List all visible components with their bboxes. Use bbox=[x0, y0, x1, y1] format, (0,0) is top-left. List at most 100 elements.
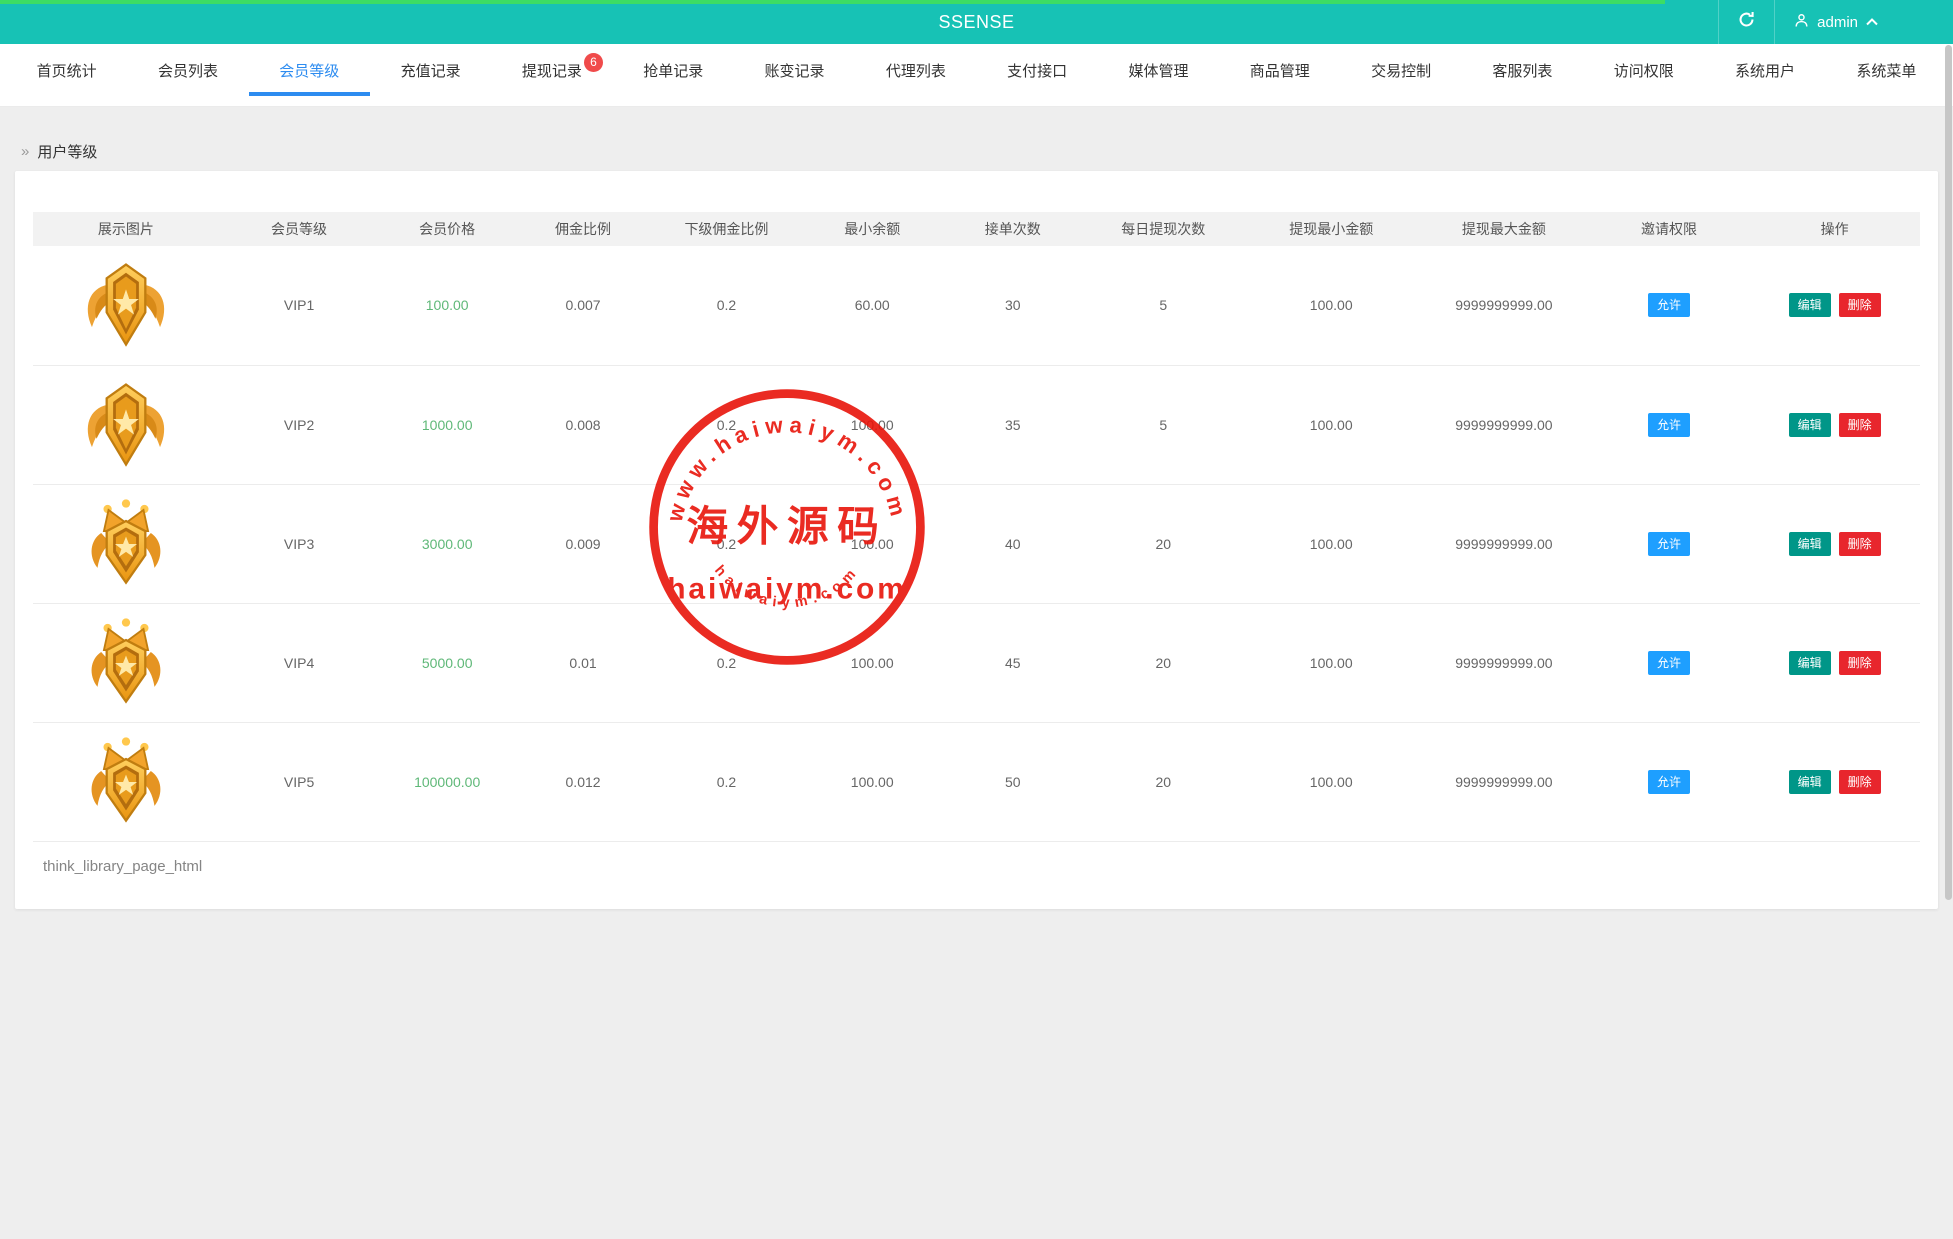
tab-service-list[interactable]: 客服列表 bbox=[1462, 44, 1583, 96]
withdraw-max: 9999999999.00 bbox=[1419, 722, 1589, 841]
vip-level: VIP1 bbox=[219, 246, 379, 365]
tab-balance-records[interactable]: 账变记录 bbox=[734, 44, 855, 96]
tab-access-perms[interactable]: 访问权限 bbox=[1583, 44, 1704, 96]
sub-commission-rate: 0.2 bbox=[651, 603, 802, 722]
delete-button[interactable]: 删除 bbox=[1839, 770, 1881, 794]
vip-level: VIP2 bbox=[219, 365, 379, 484]
daily-withdraw-times: 20 bbox=[1083, 603, 1243, 722]
commission-rate: 0.007 bbox=[515, 246, 651, 365]
edit-button[interactable]: 编辑 bbox=[1789, 770, 1831, 794]
vip-level-table: 展示图片 会员等级 会员价格 佣金比例 下级佣金比例 最小余额 接单次数 每日提… bbox=[33, 212, 1920, 842]
topbar-actions: admin bbox=[1718, 0, 1897, 44]
tab-recharge-records[interactable]: 充值记录 bbox=[370, 44, 491, 96]
main-nav: 首页统计 会员列表 会员等级 充值记录 提现记录6 抢单记录 账变记录 代理列表… bbox=[0, 44, 1953, 107]
table-row: VIP5 100000.00 0.012 0.2 100.00 50 20 10… bbox=[33, 722, 1920, 841]
tab-withdraw-records[interactable]: 提现记录6 bbox=[491, 44, 612, 96]
daily-withdraw-times: 20 bbox=[1083, 722, 1243, 841]
tab-trade-control[interactable]: 交易控制 bbox=[1340, 44, 1461, 96]
sub-commission-rate: 0.2 bbox=[651, 246, 802, 365]
commission-rate: 0.009 bbox=[515, 484, 651, 603]
notification-badge: 6 bbox=[584, 53, 603, 72]
tab-member-list[interactable]: 会员列表 bbox=[127, 44, 248, 96]
edit-button[interactable]: 编辑 bbox=[1789, 413, 1831, 437]
page-title: 用户等级 bbox=[37, 141, 97, 162]
vip-level: VIP4 bbox=[219, 603, 379, 722]
col-header-image: 展示图片 bbox=[33, 212, 219, 246]
allow-button[interactable]: 允许 bbox=[1648, 293, 1690, 317]
username: admin bbox=[1817, 14, 1858, 31]
tab-label: 提现记录 bbox=[522, 63, 582, 80]
refresh-button[interactable] bbox=[1718, 0, 1775, 44]
vip-price: 1000.00 bbox=[379, 365, 515, 484]
tab-home-stats[interactable]: 首页统计 bbox=[6, 44, 127, 96]
min-balance: 100.00 bbox=[802, 603, 943, 722]
edit-button[interactable]: 编辑 bbox=[1789, 651, 1831, 675]
vertical-scrollbar[interactable] bbox=[1945, 45, 1952, 900]
allow-button[interactable]: 允许 bbox=[1648, 770, 1690, 794]
withdraw-max: 9999999999.00 bbox=[1419, 365, 1589, 484]
col-header-invite-perm: 邀请权限 bbox=[1589, 212, 1749, 246]
tab-agent-list[interactable]: 代理列表 bbox=[855, 44, 976, 96]
commission-rate: 0.008 bbox=[515, 365, 651, 484]
vip-price: 5000.00 bbox=[379, 603, 515, 722]
user-menu[interactable]: admin bbox=[1775, 0, 1897, 44]
table-row: VIP2 1000.00 0.008 0.2 100.00 35 5 100.0… bbox=[33, 365, 1920, 484]
col-header-sub-commission: 下级佣金比例 bbox=[651, 212, 802, 246]
daily-withdraw-times: 5 bbox=[1083, 365, 1243, 484]
breadcrumb: » 用户等级 bbox=[0, 107, 1953, 171]
delete-button[interactable]: 删除 bbox=[1839, 413, 1881, 437]
tab-media-manage[interactable]: 媒体管理 bbox=[1098, 44, 1219, 96]
withdraw-min: 100.00 bbox=[1243, 603, 1418, 722]
col-header-order-times: 接单次数 bbox=[943, 212, 1084, 246]
wings-badge-icon bbox=[80, 259, 172, 351]
col-header-withdraw-max: 提现最大金额 bbox=[1419, 212, 1589, 246]
commission-rate: 0.01 bbox=[515, 603, 651, 722]
template-placeholder-text: think_library_page_html bbox=[33, 858, 1920, 875]
edit-button[interactable]: 编辑 bbox=[1789, 293, 1831, 317]
sub-commission-rate: 0.2 bbox=[651, 365, 802, 484]
edit-button[interactable]: 编辑 bbox=[1789, 532, 1831, 556]
tab-product-manage[interactable]: 商品管理 bbox=[1219, 44, 1340, 96]
tab-member-level[interactable]: 会员等级 bbox=[249, 44, 370, 96]
table-row: VIP1 100.00 0.007 0.2 60.00 30 5 100.00 … bbox=[33, 246, 1920, 365]
allow-button[interactable]: 允许 bbox=[1648, 532, 1690, 556]
order-times: 45 bbox=[943, 603, 1084, 722]
crown-badge-icon bbox=[80, 736, 172, 828]
delete-button[interactable]: 删除 bbox=[1839, 532, 1881, 556]
chevron-up-icon bbox=[1865, 14, 1879, 31]
delete-button[interactable]: 删除 bbox=[1839, 293, 1881, 317]
order-times: 50 bbox=[943, 722, 1084, 841]
min-balance: 100.00 bbox=[802, 484, 943, 603]
col-header-commission: 佣金比例 bbox=[515, 212, 651, 246]
allow-button[interactable]: 允许 bbox=[1648, 651, 1690, 675]
breadcrumb-chevrons-icon: » bbox=[21, 143, 29, 160]
top-bar: SSENSE admin bbox=[0, 0, 1953, 44]
vip-level: VIP3 bbox=[219, 484, 379, 603]
col-header-daily-withdraw: 每日提现次数 bbox=[1083, 212, 1243, 246]
withdraw-max: 9999999999.00 bbox=[1419, 603, 1589, 722]
tab-payment-api[interactable]: 支付接口 bbox=[977, 44, 1098, 96]
sub-commission-rate: 0.2 bbox=[651, 484, 802, 603]
col-header-actions: 操作 bbox=[1749, 212, 1920, 246]
withdraw-max: 9999999999.00 bbox=[1419, 246, 1589, 365]
vip-price: 100.00 bbox=[379, 246, 515, 365]
col-header-min-balance: 最小余额 bbox=[802, 212, 943, 246]
allow-button[interactable]: 允许 bbox=[1648, 413, 1690, 437]
col-header-withdraw-min: 提现最小金额 bbox=[1243, 212, 1418, 246]
withdraw-min: 100.00 bbox=[1243, 484, 1418, 603]
crown-badge-icon bbox=[80, 498, 172, 590]
tab-grab-order-records[interactable]: 抢单记录 bbox=[613, 44, 734, 96]
withdraw-min: 100.00 bbox=[1243, 722, 1418, 841]
loading-progress-bar bbox=[0, 0, 1665, 4]
sub-commission-rate: 0.2 bbox=[651, 722, 802, 841]
tab-system-menu[interactable]: 系统菜单 bbox=[1826, 44, 1947, 96]
col-header-level: 会员等级 bbox=[219, 212, 379, 246]
table-row: VIP3 3000.00 0.009 0.2 100.00 40 20 100.… bbox=[33, 484, 1920, 603]
vip-price: 3000.00 bbox=[379, 484, 515, 603]
delete-button[interactable]: 删除 bbox=[1839, 651, 1881, 675]
commission-rate: 0.012 bbox=[515, 722, 651, 841]
withdraw-min: 100.00 bbox=[1243, 246, 1418, 365]
min-balance: 100.00 bbox=[802, 722, 943, 841]
vip-level: VIP5 bbox=[219, 722, 379, 841]
tab-system-users[interactable]: 系统用户 bbox=[1704, 44, 1825, 96]
